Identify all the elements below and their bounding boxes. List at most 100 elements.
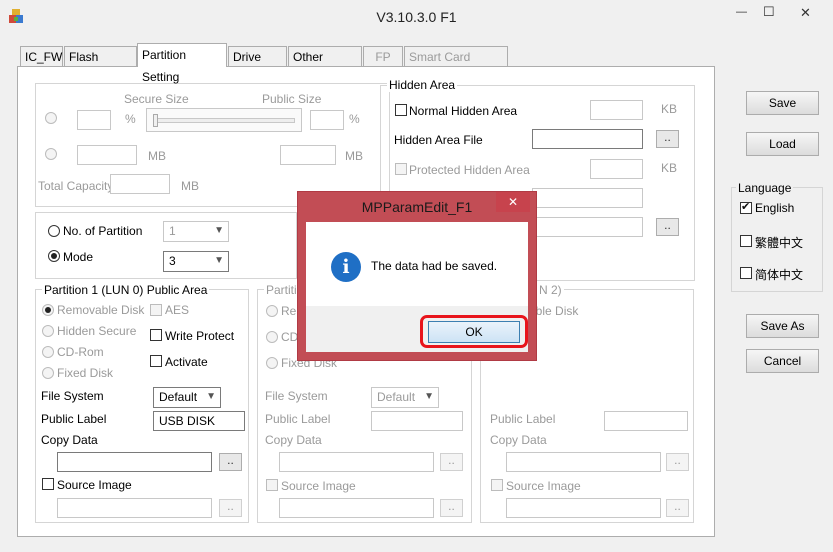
lun1-public-label-label: Public Label [265, 412, 331, 426]
secure-size-input[interactable] [77, 110, 111, 130]
lun2-source-image-checkbox[interactable] [491, 479, 503, 491]
no-of-partition-label: No. of Partition [63, 224, 143, 238]
dialog-body: i The data had be saved. [306, 222, 528, 306]
save-confirmation-dialog: MPParamEdit_F1 ✕ i The data had be saved… [297, 191, 537, 361]
hidden-area-file-input[interactable] [532, 129, 643, 149]
ok-button[interactable]: OK [428, 321, 520, 343]
lun0-aes-checkbox[interactable] [150, 304, 162, 316]
language-title: Language [736, 181, 794, 195]
tab-partition-setting[interactable]: Partition Setting [137, 43, 227, 84]
load-button[interactable]: Load [746, 132, 819, 156]
traditional-chinese-checkbox[interactable] [740, 235, 752, 247]
total-mb-label: MB [181, 179, 199, 193]
lun1-source-image-input[interactable] [279, 498, 434, 518]
lun0-copy-data-browse-button[interactable]: .. [219, 453, 242, 471]
lun0-source-image-browse-button[interactable]: .. [219, 499, 242, 517]
tab-other-setting[interactable]: Other Setting [288, 46, 362, 84]
normal-hidden-area-label: Normal Hidden Area [409, 104, 518, 118]
normal-hidden-area-checkbox[interactable] [395, 104, 407, 116]
no-of-partition-radio[interactable] [48, 225, 60, 237]
lun1-public-label-input[interactable] [371, 411, 463, 431]
chevron-down-icon: ▼ [424, 391, 434, 402]
protected-hidden-area-checkbox[interactable] [395, 163, 407, 175]
lun0-activate-checkbox[interactable] [150, 355, 162, 367]
lun1-source-image-checkbox[interactable] [266, 479, 278, 491]
traditional-chinese-label: 繁體中文 [755, 236, 804, 250]
lun1-copy-data-input[interactable] [279, 452, 434, 472]
no-of-partition-select[interactable]: 1 ▼ [163, 221, 229, 242]
chevron-down-icon: ▼ [214, 225, 224, 236]
lun2-public-label-label: Public Label [490, 412, 556, 426]
protected-hidden-area-size-input[interactable] [590, 159, 643, 179]
lun1-cdrom-radio[interactable] [266, 331, 278, 343]
maximize-button[interactable]: ☐ [763, 4, 777, 20]
lun0-fs-label: File System [41, 389, 104, 403]
mode-radio[interactable] [48, 250, 60, 262]
lun2-source-image-browse-button[interactable]: .. [666, 499, 689, 517]
simplified-chinese-checkbox[interactable] [740, 267, 752, 279]
dialog-close-button[interactable]: ✕ [496, 192, 530, 212]
tab-ic-fw[interactable]: IC_FW [20, 46, 63, 66]
lun0-hidden-secure-radio[interactable] [42, 325, 54, 337]
normal-hidden-area-size-input[interactable] [590, 100, 643, 120]
chevron-down-icon: ▼ [214, 255, 224, 266]
tab-drive-info[interactable]: Drive Info [228, 46, 287, 84]
lun0-copy-data-label: Copy Data [41, 433, 98, 447]
protected-hidden-file-input[interactable] [532, 217, 643, 237]
dialog-footer: OK [306, 306, 528, 352]
lun0-write-protect-checkbox[interactable] [150, 329, 162, 341]
close-icon: ✕ [507, 195, 519, 209]
save-button[interactable]: Save [746, 91, 819, 115]
tab-flash-setting[interactable]: Flash Setting [64, 46, 137, 84]
lun1-fixed-radio[interactable] [266, 357, 278, 369]
protected-hidden-file-browse-button[interactable]: .. [656, 218, 679, 236]
lun1-removable-radio[interactable] [266, 305, 278, 317]
info-icon: i [331, 252, 361, 282]
english-checkbox[interactable] [740, 200, 752, 214]
secure-pct-label: % [125, 112, 136, 126]
public-size-input[interactable] [310, 110, 344, 130]
lun0-title: Partition 1 (LUN 0) Public Area [42, 283, 210, 297]
window-title: V3.10.3.0 F1 [376, 9, 457, 25]
protected-hidden-kb-label: KB [661, 161, 678, 175]
size-slider[interactable] [146, 108, 302, 132]
lun0-fs-select[interactable]: Default ▼ [153, 387, 221, 408]
lun2-copy-data-input[interactable] [506, 452, 661, 472]
lun0-public-label-input[interactable]: USB DISK [153, 411, 245, 431]
tab-smart-card-setting[interactable]: Smart Card Setting [404, 46, 508, 84]
cancel-button[interactable]: Cancel [746, 349, 819, 373]
protected-hidden-area-label: Protected Hidden Area [409, 163, 530, 177]
minimize-button[interactable]: — [736, 6, 750, 18]
public-mb-input[interactable] [280, 145, 336, 165]
total-capacity-label: Total Capacity [38, 179, 114, 193]
size-radio-2[interactable] [45, 148, 57, 160]
lun0-copy-data-input[interactable] [57, 452, 212, 472]
lun2-source-image-input[interactable] [506, 498, 661, 518]
lun1-fs-select[interactable]: Default ▼ [371, 387, 439, 408]
lun0-source-image-input[interactable] [57, 498, 212, 518]
size-radio-1[interactable] [45, 112, 57, 124]
lun0-fixed-radio[interactable] [42, 367, 54, 379]
simplified-chinese-label: 简体中文 [755, 268, 804, 282]
lun0-activate-label: Activate [165, 355, 208, 369]
secure-mb-input[interactable] [77, 145, 137, 165]
tab-fp[interactable]: FP [363, 46, 403, 66]
hidden-area-file-browse-button[interactable]: .. [656, 130, 679, 148]
lun1-copy-data-browse-button[interactable]: .. [440, 453, 463, 471]
english-label: English [755, 201, 795, 215]
total-capacity-input[interactable] [110, 174, 170, 194]
public-size-label: Public Size [262, 92, 322, 106]
lun2-public-label-input[interactable] [604, 411, 688, 431]
protected-hidden-input-2[interactable] [532, 188, 643, 208]
close-window-button[interactable]: ✕ [800, 5, 814, 21]
lun1-source-image-browse-button[interactable]: .. [440, 499, 463, 517]
lun2-source-image-label: Source Image [506, 479, 581, 493]
lun1-fs-label: File System [265, 389, 328, 403]
lun0-cdrom-radio[interactable] [42, 346, 54, 358]
mode-select[interactable]: 3 ▼ [163, 251, 229, 272]
lun0-source-image-checkbox[interactable] [42, 478, 54, 490]
save-as-button[interactable]: Save As [746, 314, 819, 338]
lun2-copy-data-browse-button[interactable]: .. [666, 453, 689, 471]
normal-hidden-kb-label: KB [661, 102, 678, 116]
lun0-removable-radio[interactable] [42, 304, 54, 316]
